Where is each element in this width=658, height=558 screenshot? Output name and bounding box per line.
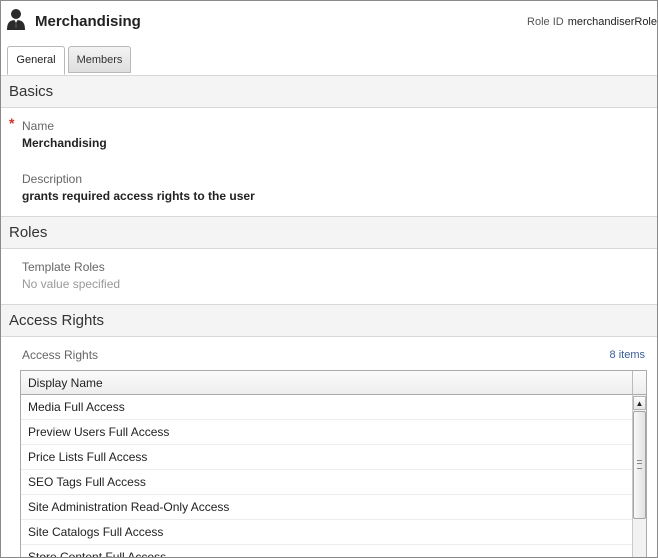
role-id: Role ID merchandiserRole [527,16,657,28]
section-roles-header[interactable]: Roles [1,216,657,249]
scroll-thumb[interactable] [633,411,646,519]
table-body: Media Full Access Preview Users Full Acc… [21,395,632,558]
description-label: Description [22,172,83,186]
section-basics-title: Basics [9,83,54,100]
required-icon: * [9,115,15,131]
role-detail-panel: Merchandising Role ID merchandiserRole Ge… [0,0,658,558]
role-id-label: Role ID [527,16,564,28]
description-value: grants required access rights to the use… [22,189,255,203]
grip-icon [637,460,642,469]
table-row[interactable]: Price Lists Full Access [21,445,632,470]
items-count: 8 items [609,349,645,361]
row-label: Site Catalogs Full Access [28,525,164,539]
row-label: Site Administration Read-Only Access [28,500,230,514]
header-corner [632,371,646,395]
section-access-rights-header[interactable]: Access Rights [1,304,657,337]
access-rights-table: Display Name Media Full Access Preview U… [20,370,647,558]
page-title: Merchandising [35,13,141,30]
name-value: Merchandising [22,136,107,150]
template-roles-label: Template Roles [22,260,105,274]
row-label: Price Lists Full Access [28,450,148,464]
section-basics-header[interactable]: Basics [1,75,657,108]
user-icon [7,9,25,30]
column-header-label: Display Name [28,376,103,390]
tab-general[interactable]: General [7,46,65,75]
table-row[interactable]: Site Catalogs Full Access [21,520,632,545]
table-row[interactable]: Preview Users Full Access [21,420,632,445]
row-label: SEO Tags Full Access [28,475,146,489]
template-roles-value: No value specified [22,277,121,291]
table-row[interactable]: Store Content Full Access [21,545,632,558]
column-header-display-name[interactable]: Display Name [21,371,632,395]
row-label: Preview Users Full Access [28,425,170,439]
table-row[interactable]: Media Full Access [21,395,632,420]
table-row[interactable]: SEO Tags Full Access [21,470,632,495]
section-access-rights-title: Access Rights [9,312,105,329]
tab-bar: General Members [1,45,657,76]
table-row[interactable]: Site Administration Read-Only Access [21,495,632,520]
tab-members[interactable]: Members [68,46,131,73]
row-label: Media Full Access [28,400,125,414]
vertical-scrollbar[interactable]: ▲ [632,395,646,557]
role-id-value: merchandiserRole [567,16,657,28]
section-roles-title: Roles [9,224,48,241]
page-header: Merchandising Role ID merchandiserRole [1,1,657,45]
access-rights-label: Access Rights [22,348,99,362]
scroll-up-arrow-icon[interactable]: ▲ [633,396,646,410]
name-label: Name [22,119,55,133]
row-label: Store Content Full Access [28,550,167,558]
